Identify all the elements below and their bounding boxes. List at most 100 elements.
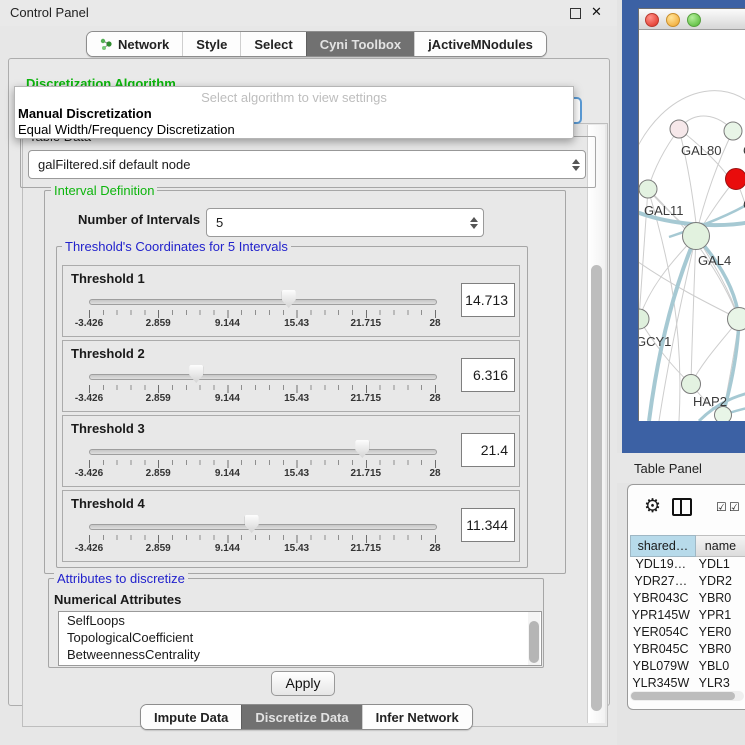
attributes-list-scrollbar[interactable]: [528, 612, 540, 665]
numerical-attributes-list[interactable]: SelfLoopsTopologicalCoefficientBetweenne…: [58, 611, 542, 666]
tab-network[interactable]: Network: [87, 32, 182, 56]
thresholds-group-label: Threshold's Coordinates for 5 Intervals: [62, 239, 291, 254]
threshold-3-slider[interactable]: [89, 449, 437, 455]
threshold-3-value[interactable]: 21.4: [461, 433, 515, 467]
numerical-attributes-header: Numerical Attributes: [54, 592, 181, 607]
threshold-3-slider-thumb[interactable]: [355, 440, 369, 458]
tab-style[interactable]: Style: [182, 32, 240, 56]
network-node[interactable]: [724, 122, 742, 140]
number-of-intervals-value: 5: [207, 215, 465, 230]
tab-impute-data[interactable]: Impute Data: [141, 705, 241, 729]
cell-shared-name: YER054C: [630, 625, 692, 642]
threshold-2-slider[interactable]: [89, 374, 437, 380]
scrollbar-thumb[interactable]: [591, 265, 602, 711]
network-window-frame: GAL80 GA GAL11 C GAL4 GCY1 H HAP2: [622, 0, 745, 453]
table-row[interactable]: YDL19…YDL1: [630, 557, 745, 574]
node-label-gcy1: GCY1: [639, 334, 671, 349]
threshold-4-slider[interactable]: [89, 524, 437, 530]
threshold-4-label: Threshold 4: [71, 496, 145, 511]
slider-scale: -3.4262.8599.14415.4321.71528: [89, 543, 435, 556]
threshold-2-value[interactable]: 6.316: [461, 358, 515, 392]
network-node-gal4[interactable]: [683, 223, 710, 250]
zoom-traffic-light-icon[interactable]: [687, 13, 701, 27]
column-header-name[interactable]: name: [696, 535, 745, 557]
column-header-shared-name[interactable]: shared…: [630, 535, 696, 557]
tab-select-label: Select: [254, 37, 292, 52]
close-icon[interactable]: ✕: [591, 4, 602, 20]
apply-button[interactable]: Apply: [271, 671, 335, 696]
network-view-window[interactable]: GAL80 GA GAL11 C GAL4 GCY1 H HAP2: [638, 8, 745, 421]
threshold-3-block: Threshold 3 -3.4262.8599.14415.4321.7152…: [62, 415, 520, 487]
network-canvas[interactable]: GAL80 GA GAL11 C GAL4 GCY1 H HAP2: [639, 29, 745, 421]
column-layout-icon[interactable]: [672, 498, 692, 516]
attributes-group-label: Attributes to discretize: [54, 571, 188, 586]
slider-scale-label: 9.144: [215, 393, 240, 404]
network-node-gcy1[interactable]: [639, 309, 649, 329]
slider-scale-label: 15.43: [284, 318, 309, 329]
panel-vertical-scrollbar[interactable]: [587, 125, 605, 723]
threshold-1-slider-thumb[interactable]: [282, 290, 296, 308]
table-row[interactable]: YBL079WYBL0: [630, 659, 745, 676]
popup-option-manual[interactable]: Manual Discretization: [18, 106, 152, 121]
tab-impute-data-label: Impute Data: [154, 710, 228, 725]
network-node-h[interactable]: [728, 308, 745, 331]
threshold-2-block: Threshold 2 -3.4262.8599.14415.4321.7152…: [62, 340, 520, 412]
table-row[interactable]: YBR045CYBR0: [630, 642, 745, 659]
close-traffic-light-icon[interactable]: [645, 13, 659, 27]
tab-cyni-toolbox[interactable]: Cyni Toolbox: [306, 32, 414, 56]
network-node-hap2[interactable]: [682, 375, 701, 394]
threshold-1-value[interactable]: 14.713: [461, 283, 515, 317]
control-panel-titlebar: Control Panel ✕: [0, 0, 617, 26]
cell-name: YPR1: [692, 608, 745, 625]
slider-scale-label: 15.43: [284, 393, 309, 404]
cyni-bottom-tabs: Impute Data Discretize Data Infer Networ…: [140, 704, 473, 730]
minimize-traffic-light-icon[interactable]: [666, 13, 680, 27]
slider-scale-label: 2.859: [146, 318, 171, 329]
table-row[interactable]: YBR043CYBR0: [630, 591, 745, 608]
threshold-4-value[interactable]: 11.344: [461, 508, 515, 542]
slider-scale-label: 15.43: [284, 543, 309, 554]
tab-jactivemnodules[interactable]: jActiveMNodules: [414, 32, 546, 56]
table-row[interactable]: YER054CYER0: [630, 625, 745, 642]
tab-select[interactable]: Select: [240, 32, 305, 56]
attribute-item[interactable]: TopologicalCoefficient: [59, 629, 541, 646]
interval-definition-label: Interval Definition: [51, 183, 157, 198]
checkbox-icon[interactable]: ☑: [729, 500, 740, 514]
network-window-titlebar[interactable]: [639, 9, 745, 30]
threshold-1-slider[interactable]: [89, 299, 437, 305]
tab-discretize-data[interactable]: Discretize Data: [241, 705, 361, 729]
node-label-gal4: GAL4: [698, 253, 731, 268]
number-of-intervals-combobox[interactable]: 5: [206, 208, 484, 237]
slider-scale-label: 28: [429, 543, 440, 554]
threshold-2-slider-thumb[interactable]: [189, 365, 203, 383]
popup-option-equal-width[interactable]: Equal Width/Frequency Discretization: [18, 122, 235, 137]
slider-scale-label: 9.144: [215, 543, 240, 554]
table-horizontal-scrollbar[interactable]: [630, 691, 744, 701]
float-window-icon[interactable]: [570, 8, 581, 19]
scrollbar-thumb[interactable]: [529, 621, 539, 663]
attribute-item[interactable]: BetweennessCentrality: [59, 646, 541, 663]
scrollbar-thumb[interactable]: [631, 692, 735, 700]
network-node-gal80[interactable]: [670, 120, 688, 138]
table-row[interactable]: YPR145WYPR1: [630, 608, 745, 625]
table-row[interactable]: YDR27…YDR2: [630, 574, 745, 591]
slider-scale-label: 21.715: [351, 393, 382, 404]
tab-infer-network[interactable]: Infer Network: [362, 705, 472, 729]
threshold-4-slider-thumb[interactable]: [245, 515, 259, 533]
slider-scale-label: -3.426: [75, 543, 103, 554]
slider-scale: -3.4262.8599.14415.4321.71528: [89, 318, 435, 331]
checkbox-icon[interactable]: ☑: [716, 500, 727, 514]
table-data-combobox[interactable]: galFiltered.sif default node: [28, 150, 586, 179]
network-node-gal11[interactable]: [639, 180, 657, 198]
slider-scale-label: 28: [429, 318, 440, 329]
attribute-item[interactable]: SelfLoops: [59, 612, 541, 629]
slider-scale-label: 21.715: [351, 468, 382, 479]
slider-scale-label: -3.426: [75, 468, 103, 479]
gear-icon[interactable]: ⚙: [644, 495, 661, 518]
cell-name: YDR2: [692, 574, 745, 591]
network-node-red[interactable]: [726, 169, 745, 190]
table-panel-titlebar: Table Panel: [617, 453, 745, 483]
table-row[interactable]: YLR345WYLR3: [630, 676, 745, 691]
tab-discretize-data-label: Discretize Data: [255, 710, 348, 725]
cell-shared-name: YPR145W: [630, 608, 692, 625]
